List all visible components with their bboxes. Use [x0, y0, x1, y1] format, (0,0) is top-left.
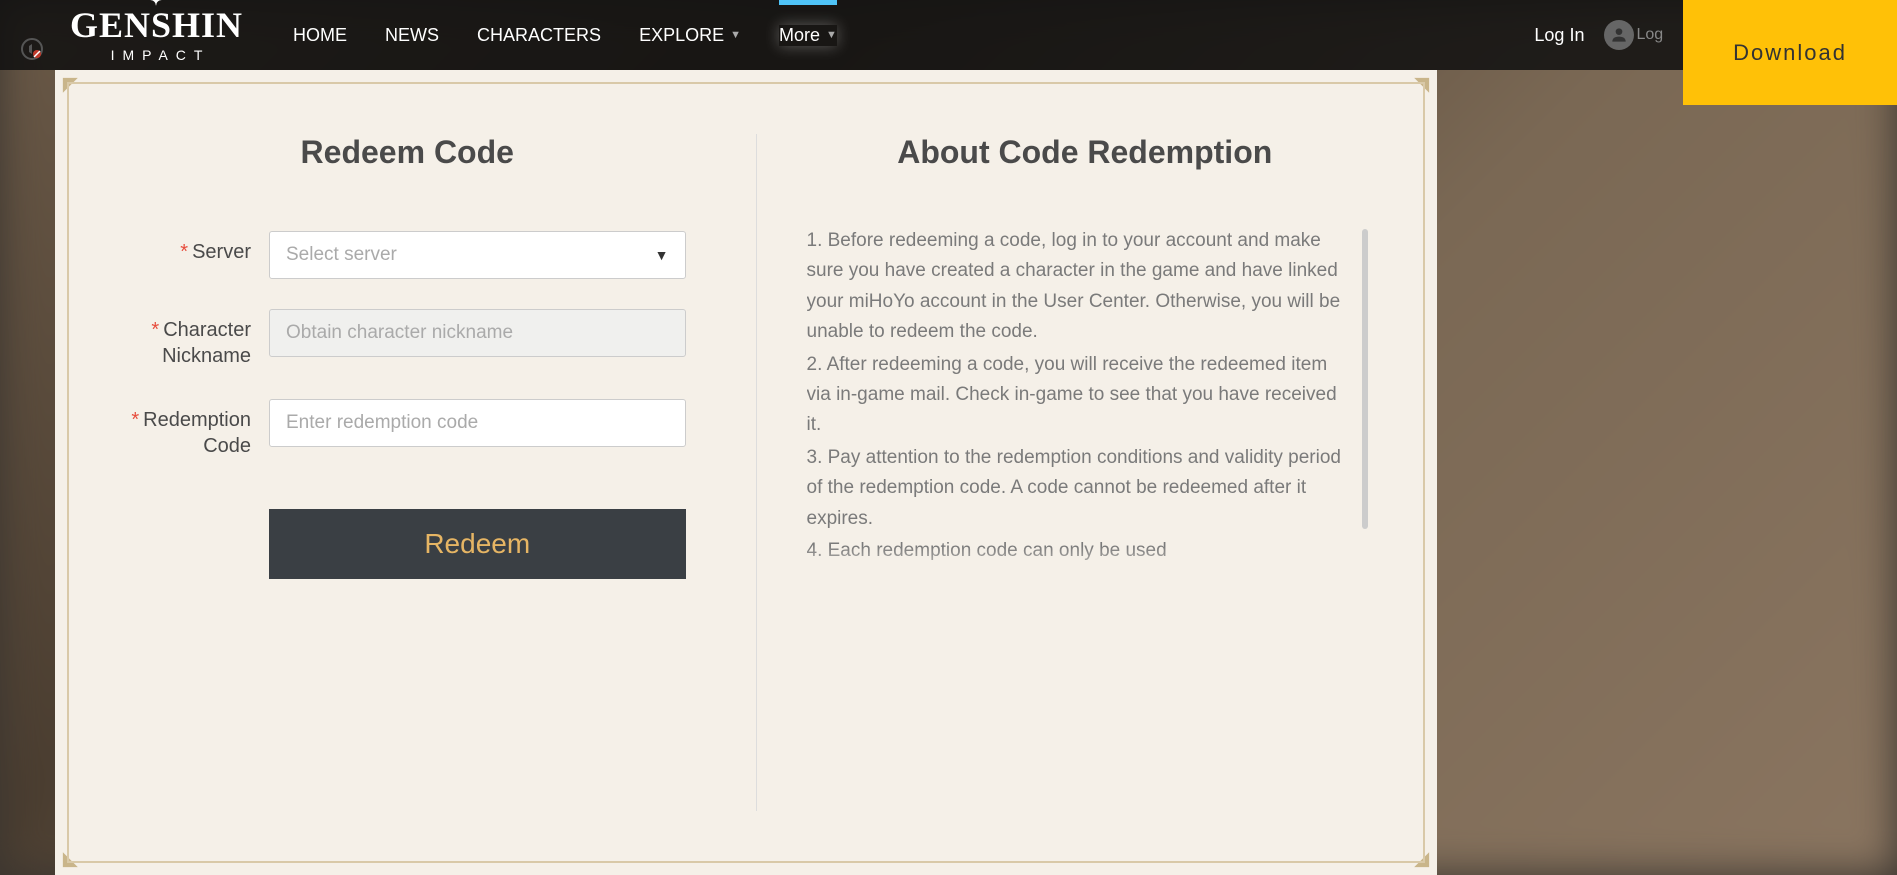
redeem-card: Redeem Code *Server Select server ▼ *Cha… — [55, 70, 1437, 875]
nav-explore[interactable]: EXPLORE ▼ — [639, 25, 741, 46]
code-label: *Redemption Code — [129, 399, 269, 459]
vertical-divider — [756, 134, 757, 811]
logo-sub-text: IMPACT — [111, 47, 211, 63]
info-item: 2. After redeeming a code, you will rece… — [807, 350, 1344, 441]
nav-home[interactable]: HOME — [293, 25, 347, 46]
nav-more-label: More — [779, 25, 820, 46]
nav-characters[interactable]: CHARACTERS — [477, 25, 601, 46]
top-navbar: ✦ GENSHIN IMPACT HOME NEWS CHARACTERS EX… — [0, 0, 1897, 70]
nickname-input[interactable] — [269, 309, 686, 357]
logo[interactable]: ✦ GENSHIN IMPACT — [70, 7, 243, 63]
info-item: 1. Before redeeming a code, log in to yo… — [807, 226, 1344, 348]
redeem-form: Redeem Code *Server Select server ▼ *Cha… — [129, 134, 736, 811]
nav-news[interactable]: NEWS — [385, 25, 439, 46]
nav-right: Log In Log Download — [1534, 0, 1877, 105]
code-input[interactable] — [269, 399, 686, 447]
chevron-down-icon: ▼ — [655, 247, 669, 263]
nav-explore-label: EXPLORE — [639, 25, 724, 46]
info-item: 3. Pay attention to the redemption condi… — [807, 443, 1344, 534]
avatar-icon[interactable] — [1604, 20, 1634, 50]
logo-main-text: GENSHIN — [70, 5, 243, 45]
info-text: 1. Before redeeming a code, log in to yo… — [807, 226, 1364, 586]
sound-toggle-icon[interactable] — [18, 35, 46, 63]
info-section: About Code Redemption 1. Before redeemin… — [777, 134, 1364, 811]
nav-links: HOME NEWS CHARACTERS EXPLORE ▼ More ▼ — [293, 25, 837, 46]
server-label: *Server — [129, 231, 269, 265]
form-title: Redeem Code — [129, 134, 686, 171]
nav-more[interactable]: More ▼ — [779, 25, 837, 46]
login-link[interactable]: Log In — [1534, 25, 1584, 46]
server-select[interactable]: Select server ▼ — [269, 231, 686, 279]
avatar-text: Log — [1636, 26, 1663, 44]
scrollbar[interactable] — [1362, 229, 1368, 529]
server-placeholder: Select server — [286, 244, 397, 266]
download-button[interactable]: Download — [1683, 0, 1897, 105]
info-title: About Code Redemption — [807, 134, 1364, 171]
redeem-button[interactable]: Redeem — [269, 509, 686, 579]
nickname-label: *Character Nickname — [129, 309, 269, 369]
chevron-down-icon: ▼ — [826, 29, 837, 41]
chevron-down-icon: ▼ — [730, 29, 741, 41]
